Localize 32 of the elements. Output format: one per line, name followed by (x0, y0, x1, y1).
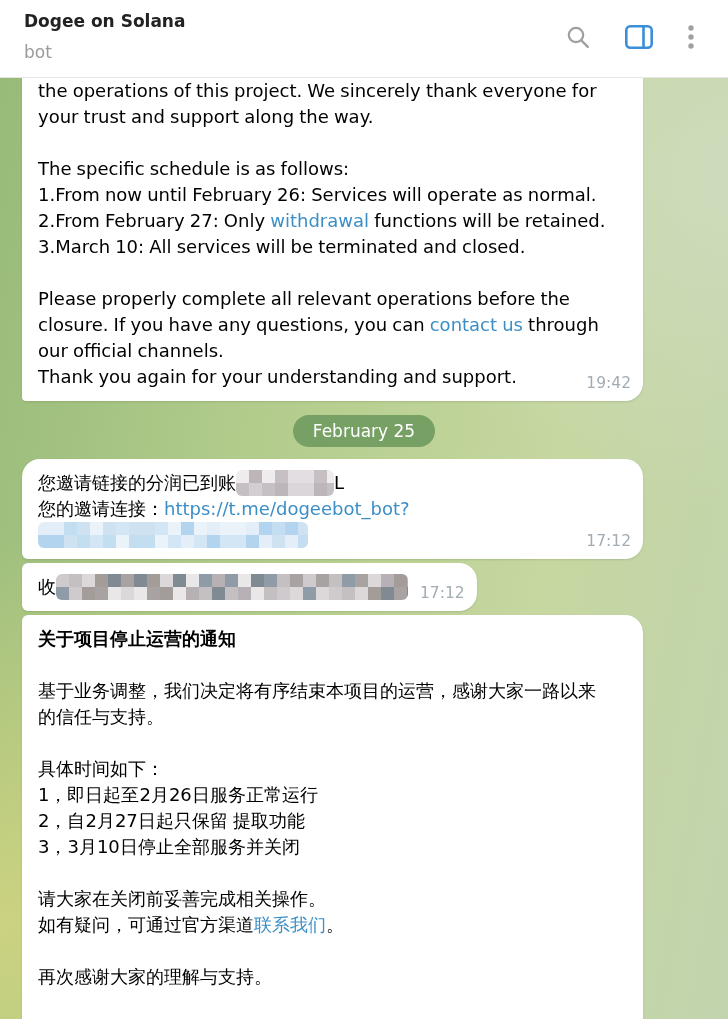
message-text: Thank you again for your understanding and support. (38, 365, 518, 389)
message-text: 您的邀请连接：https://t.me/dogeebot_bot? (38, 497, 411, 522)
message-text: L (334, 472, 345, 493)
message-text: 1.From now until February 26: Services will operate as normal. (38, 183, 598, 207)
message-time: 17:12 (586, 531, 631, 552)
message-text: The specific schedule is as follows: (38, 157, 351, 181)
more-icon (688, 25, 694, 49)
message-link[interactable]: withdrawal (270, 210, 370, 231)
message-text: 如有疑问，可通过官方渠道联系我们。 (38, 913, 345, 937)
message-link[interactable]: contact us (429, 314, 523, 335)
message-text: 您邀请链接的分润已到账 (38, 472, 236, 493)
message-time: 17:12 (420, 583, 465, 604)
message-text: 基于业务调整，我们决定将有序结束本项目的运营，感谢大家一路以来的信任与支持。 (38, 679, 597, 729)
chat-title: Dogee on Solana (24, 10, 186, 33)
message-text: 3.March 10: All services will be terminated and closed. (38, 235, 527, 259)
message-text: 收 (38, 576, 56, 597)
message-time: 19:42 (586, 373, 631, 394)
search-icon (566, 25, 590, 49)
message-link[interactable]: https://t.me/dogeebot_bot? (164, 498, 410, 519)
message-text: 2.From February 27: Only withdrawal functions will be retained. (38, 209, 607, 233)
message-link[interactable]: 联系我们 (254, 914, 326, 935)
message-text: 3，3月10日停止全部服务并关闭 (38, 835, 301, 859)
message-text: 2，自2月27日起只保留 提取功能 (38, 809, 306, 833)
date-divider: February 25 (292, 415, 436, 447)
message-text: Please properly complete all relevant operations before the closure. If you have any questions, you can contact us through our official channels. (38, 287, 600, 363)
message-text: 具体时间如下： (38, 757, 165, 781)
message-title: 关于项目停止运营的通知 (38, 627, 237, 651)
message-text: the operations of this project. We sincerely thank everyone for your trust and support along the way. (38, 79, 598, 129)
message-text: 请大家在关闭前妥善完成相关操作。 (38, 887, 327, 911)
message-text: 再次感谢大家的理解与支持。 (38, 965, 273, 989)
chat-subtitle: bot (24, 41, 52, 64)
message-text: 1，即日起至2月26日服务正常运行 (38, 783, 319, 807)
